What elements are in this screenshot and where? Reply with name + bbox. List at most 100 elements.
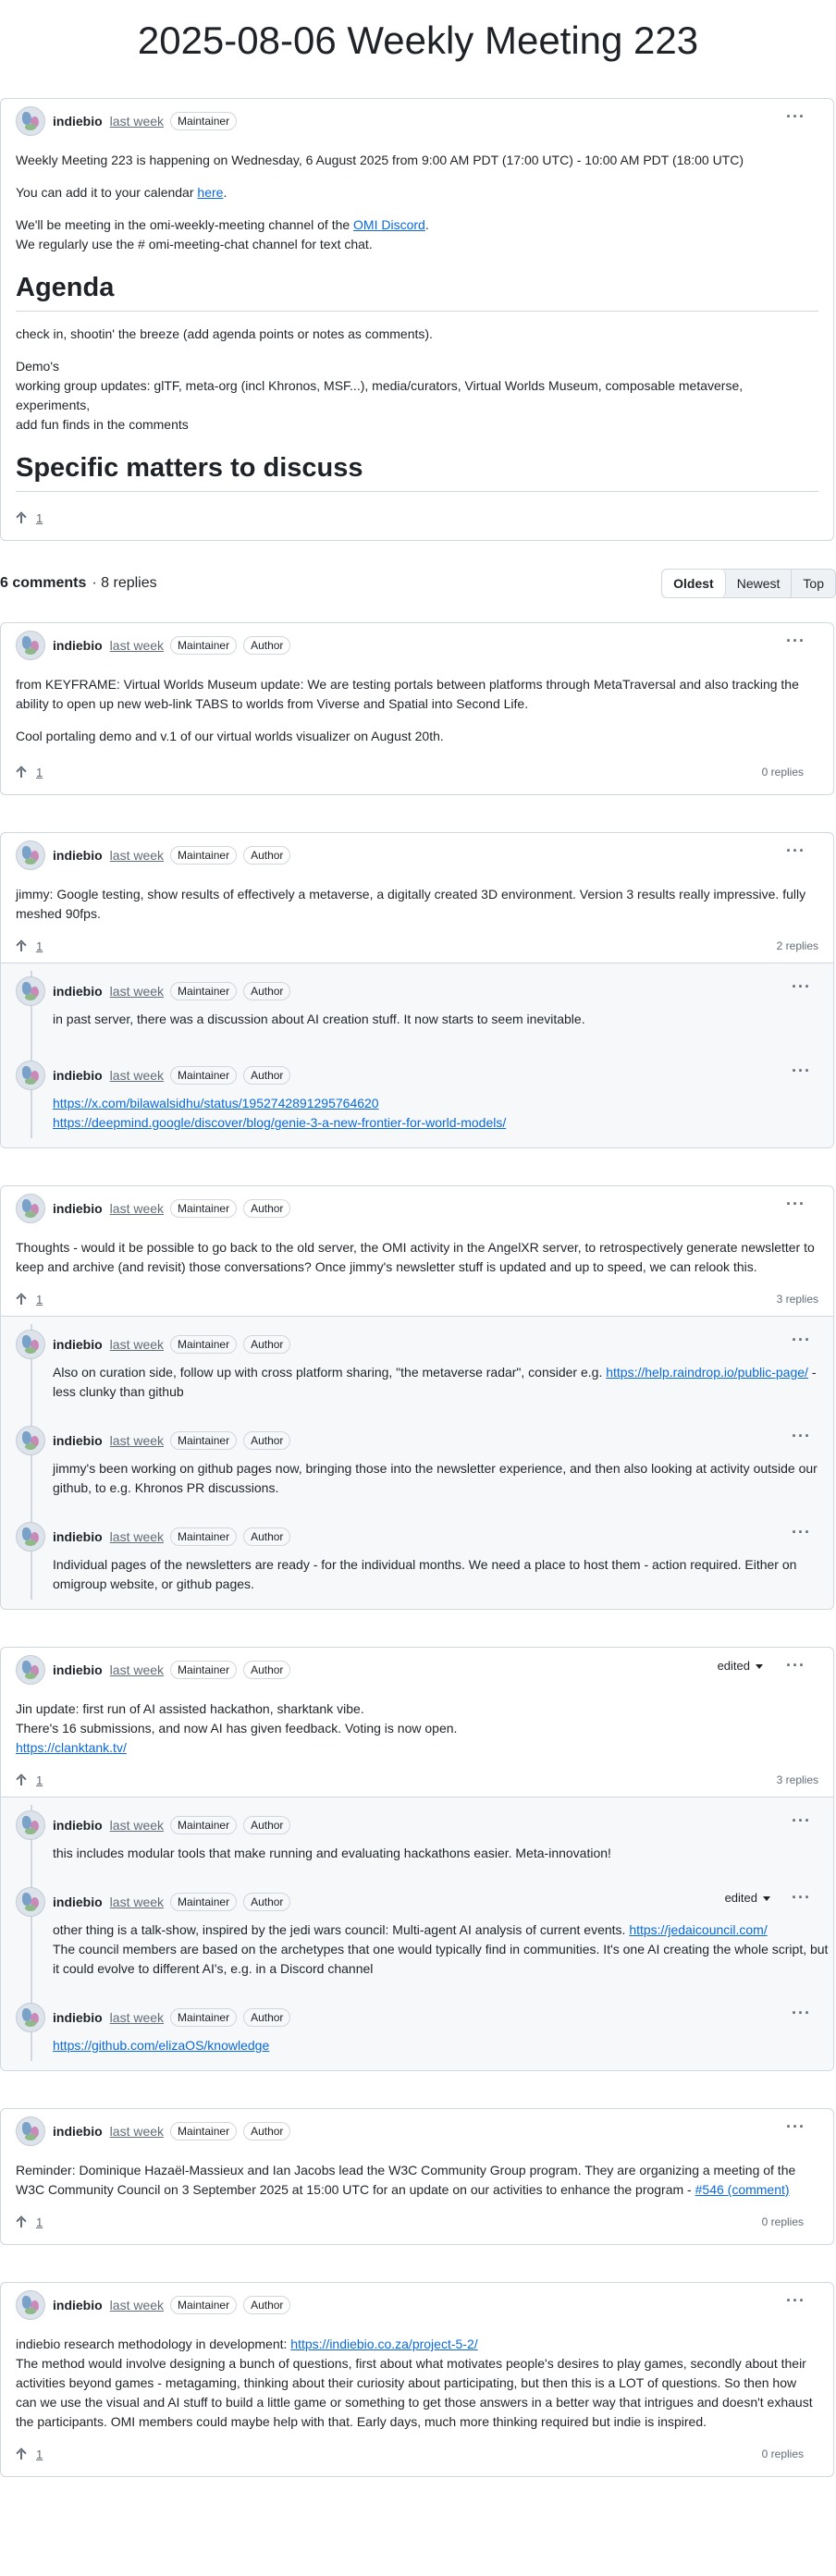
timestamp[interactable]: last week	[110, 1433, 164, 1448]
kebab-icon[interactable]: ···	[792, 978, 811, 995]
reply-link[interactable]: https://jedaicouncil.com/	[629, 1922, 767, 1937]
comment-link[interactable]: https://clanktank.tv/	[16, 1740, 127, 1755]
kebab-icon[interactable]: ···	[786, 2118, 805, 2135]
avatar-icon[interactable]	[16, 2116, 45, 2146]
avatar-icon[interactable]	[16, 2003, 45, 2032]
author-name[interactable]: indiebio	[53, 1433, 103, 1448]
matters-heading: Specific matters to discuss	[16, 453, 818, 492]
comment-text: Reminder: Dominique Hazaël-Massieux and …	[16, 2163, 796, 2197]
discord-link[interactable]: OMI Discord	[353, 217, 425, 232]
avatar-icon[interactable]	[16, 1330, 45, 1359]
comment-text: There's 16 submissions, and now AI has g…	[16, 1721, 458, 1736]
timestamp[interactable]: last week	[110, 2010, 164, 2025]
author-name[interactable]: indiebio	[53, 2298, 103, 2312]
kebab-icon[interactable]: ···	[792, 2005, 811, 2021]
kebab-icon[interactable]: ···	[786, 1657, 805, 1674]
timestamp[interactable]: last week	[110, 1201, 164, 1216]
timestamp[interactable]: last week	[110, 984, 164, 999]
author-name[interactable]: indiebio	[53, 1662, 103, 1677]
calendar-link[interactable]: here	[197, 185, 223, 200]
replies-count: 3 replies	[776, 1293, 818, 1306]
kebab-icon[interactable]: ···	[792, 1812, 811, 1829]
kebab-icon[interactable]: ···	[786, 1196, 805, 1212]
reply-link[interactable]: https://deepmind.google/discover/blog/ge…	[53, 1115, 506, 1130]
post-paragraph: We regularly use the # omi-meeting-chat …	[16, 237, 373, 251]
upvote-button[interactable]: 1	[16, 511, 43, 525]
avatar-icon[interactable]	[16, 1426, 45, 1455]
comment: indiebio last week Maintainer Author ···…	[0, 1185, 834, 1610]
agenda-line: add fun finds in the comments	[16, 417, 189, 432]
reply-text: this includes modular tools that make ru…	[53, 1846, 611, 1860]
kebab-icon[interactable]: ···	[792, 1524, 811, 1540]
kebab-icon[interactable]: ···	[792, 1062, 811, 1079]
reply: indiebio last week Maintainer Author ···…	[1, 1516, 833, 1600]
timestamp[interactable]: last week	[110, 1068, 164, 1083]
upvote-button[interactable]: 1	[16, 939, 43, 953]
timestamp[interactable]: last week	[110, 2124, 164, 2139]
maintainer-badge: Maintainer	[170, 982, 238, 1000]
kebab-icon[interactable]: ···	[786, 2292, 805, 2309]
reply-link[interactable]: https://github.com/elizaOS/knowledge	[53, 2038, 269, 2053]
timestamp[interactable]: last week	[110, 2298, 164, 2312]
avatar-icon[interactable]	[16, 631, 45, 660]
reply-link[interactable]: https://x.com/bilawalsidhu/status/195274…	[53, 1096, 379, 1110]
avatar-icon[interactable]	[16, 2290, 45, 2320]
avatar-icon[interactable]	[16, 976, 45, 1006]
post-paragraph: We'll be meeting in the omi-weekly-meeti…	[16, 217, 429, 232]
author-name[interactable]: indiebio	[53, 984, 103, 999]
upvote-button[interactable]: 1	[16, 766, 43, 779]
avatar-icon[interactable]	[16, 1061, 45, 1090]
comment-link[interactable]: https://indiebio.co.za/project-5-2/	[290, 2337, 477, 2351]
author-name[interactable]: indiebio	[53, 638, 103, 653]
timestamp[interactable]: last week	[110, 1818, 164, 1833]
author-name[interactable]: indiebio	[53, 1529, 103, 1544]
kebab-icon[interactable]: ···	[786, 108, 805, 125]
avatar-icon[interactable]	[16, 1194, 45, 1223]
author-name[interactable]: indiebio	[53, 1895, 103, 1909]
author-name[interactable]: indiebio	[53, 2124, 103, 2139]
kebab-icon[interactable]: ···	[786, 632, 805, 649]
author-name[interactable]: indiebio	[53, 1201, 103, 1216]
reply: indiebio last week Maintainer Author edi…	[1, 1882, 833, 1984]
comment-link[interactable]: #546 (comment)	[695, 2182, 790, 2197]
upvote-button[interactable]: 1	[16, 2215, 43, 2229]
avatar-icon[interactable]	[16, 840, 45, 870]
timestamp[interactable]: last week	[110, 114, 164, 129]
arrow-up-icon	[16, 512, 27, 523]
avatar-icon[interactable]	[16, 1887, 45, 1917]
timestamp[interactable]: last week	[110, 1895, 164, 1909]
edited-dropdown[interactable]: edited	[725, 1891, 770, 1905]
upvote-button[interactable]: 1	[16, 1773, 43, 1787]
reply-link[interactable]: https://help.raindrop.io/public-page/	[606, 1365, 808, 1380]
author-name[interactable]: indiebio	[53, 2010, 103, 2025]
sort-top-button[interactable]: Top	[792, 570, 835, 597]
timestamp[interactable]: last week	[110, 1529, 164, 1544]
author-name[interactable]: indiebio	[53, 1337, 103, 1352]
timestamp[interactable]: last week	[110, 848, 164, 863]
edited-dropdown[interactable]: edited	[718, 1659, 763, 1673]
author-name[interactable]: indiebio	[53, 114, 103, 129]
avatar-icon[interactable]	[16, 1655, 45, 1685]
sort-oldest-button[interactable]: Oldest	[662, 570, 726, 597]
author-name[interactable]: indiebio	[53, 1818, 103, 1833]
kebab-icon[interactable]: ···	[792, 1331, 811, 1348]
replies-count: 0 replies	[761, 2215, 804, 2228]
avatar-icon[interactable]	[16, 1522, 45, 1552]
kebab-icon[interactable]: ···	[786, 842, 805, 859]
timestamp[interactable]: last week	[110, 1337, 164, 1352]
timestamp[interactable]: last week	[110, 638, 164, 653]
timestamp[interactable]: last week	[110, 1662, 164, 1677]
author-name[interactable]: indiebio	[53, 1068, 103, 1083]
author-badge: Author	[243, 1816, 291, 1834]
reply: indiebio last week Maintainer Author ···…	[1, 1805, 833, 1869]
author-name[interactable]: indiebio	[53, 848, 103, 863]
replies-count: 3 replies	[776, 1773, 818, 1786]
avatar-icon[interactable]	[16, 106, 45, 136]
avatar-icon[interactable]	[16, 1810, 45, 1840]
kebab-icon[interactable]: ···	[792, 1889, 811, 1906]
upvote-button[interactable]: 1	[16, 2447, 43, 2461]
upvote-button[interactable]: 1	[16, 1293, 43, 1306]
comment-text: jimmy: Google testing, show results of e…	[16, 887, 806, 921]
kebab-icon[interactable]: ···	[792, 1428, 811, 1444]
sort-newest-button[interactable]: Newest	[726, 570, 793, 597]
